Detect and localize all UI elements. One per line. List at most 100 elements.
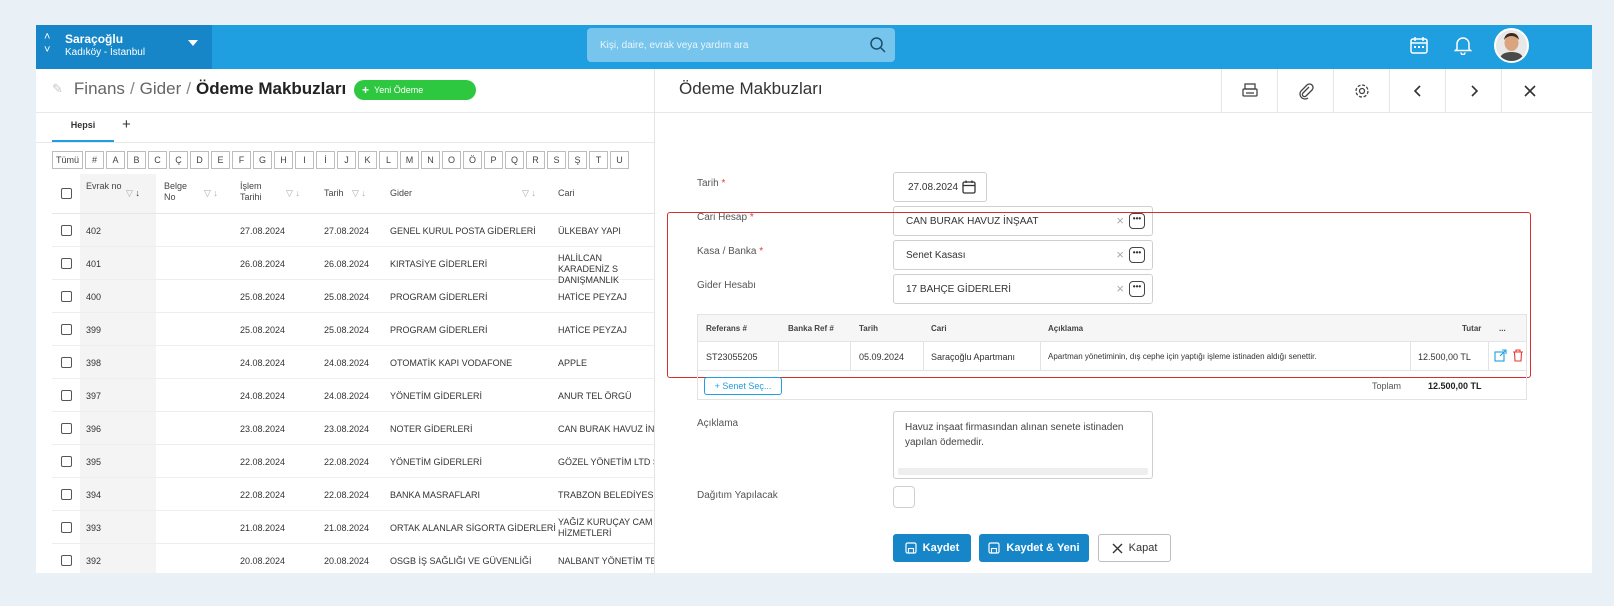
resize-handle[interactable] — [898, 468, 1148, 475]
table-row[interactable]: 398 24.08.2024 24.08.2024 OTOMATİK KAPI VOD… — [52, 346, 654, 379]
calendar-icon[interactable] — [961, 179, 977, 195]
kasa-field[interactable]: Senet Kasası × ••• — [893, 240, 1153, 270]
letter-filter-item[interactable]: H — [274, 151, 294, 169]
description-textarea[interactable]: Havuz inşaat firmasından alınan senete i… — [893, 411, 1153, 479]
row-checkbox[interactable] — [61, 324, 72, 335]
col-cari[interactable]: Cari — [558, 188, 575, 199]
next-button[interactable] — [1445, 69, 1501, 112]
letter-filter-item[interactable]: I — [295, 151, 315, 169]
filter-icon[interactable]: ▽ ↓ — [126, 188, 140, 199]
search-input[interactable] — [587, 28, 857, 62]
letter-filter-item[interactable]: P — [484, 151, 504, 169]
letter-filter-item[interactable]: G — [253, 151, 273, 169]
row-checkbox[interactable] — [61, 291, 72, 302]
letter-filter-item[interactable]: D — [190, 151, 210, 169]
table-row[interactable]: 401 26.08.2024 26.08.2024 KIRTASİYE GİDERLE… — [52, 247, 654, 285]
letter-filter-item[interactable]: İ — [316, 151, 336, 169]
row-checkbox[interactable] — [61, 258, 72, 269]
select-senet-button[interactable]: + Senet Seç... — [704, 377, 782, 395]
attach-button[interactable] — [1277, 69, 1333, 112]
calendar-icon[interactable] — [1409, 35, 1429, 55]
row-checkbox[interactable] — [61, 456, 72, 467]
letter-filter-item[interactable]: L — [379, 151, 399, 169]
close-button[interactable]: Kapat — [1098, 534, 1171, 562]
filter-icon[interactable]: ▽ ↓ — [286, 188, 300, 199]
table-row[interactable]: 396 23.08.2024 23.08.2024 NOTER GİDERLERİ CA… — [52, 412, 660, 445]
table-row[interactable]: 392 20.08.2024 20.08.2024 OSGB İŞ SAĞLIĞI V… — [52, 544, 657, 573]
table-row[interactable]: 402 27.08.2024 27.08.2024 GENEL KURUL POSTA… — [52, 214, 654, 247]
tab-all[interactable]: Hepsi — [52, 120, 114, 142]
distribution-checkbox[interactable] — [893, 486, 915, 508]
table-row[interactable]: 400 25.08.2024 25.08.2024 PROGRAM GİDERLERİ… — [52, 280, 654, 313]
letter-filter-item[interactable]: U — [610, 151, 630, 169]
col-tarih[interactable]: Tarih — [324, 188, 344, 199]
filter-icon[interactable]: ▽ ↓ — [352, 188, 366, 199]
row-checkbox[interactable] — [61, 390, 72, 401]
letter-filter-item[interactable]: O — [442, 151, 462, 169]
close-panel-button[interactable] — [1501, 69, 1557, 112]
letter-filter-item[interactable]: J — [337, 151, 357, 169]
filter-icon[interactable]: ▽ ↓ — [522, 188, 536, 199]
search-icon[interactable] — [869, 36, 887, 54]
letter-filter-item[interactable]: K — [358, 151, 378, 169]
table-row[interactable]: 397 24.08.2024 24.08.2024 YÖNETİM GİDERLERİ… — [52, 379, 654, 412]
letter-filter-item[interactable]: Ç — [169, 151, 189, 169]
cell-evrak: 400 — [86, 292, 102, 302]
kasa-value: Senet Kasası — [906, 250, 966, 261]
letter-filter-item[interactable]: Q — [505, 151, 525, 169]
row-checkbox[interactable] — [61, 357, 72, 368]
clear-icon[interactable]: × — [1116, 247, 1124, 262]
settings-button[interactable] — [1333, 69, 1389, 112]
letter-filter-item[interactable]: A — [106, 151, 126, 169]
clear-icon[interactable]: × — [1116, 281, 1124, 296]
breadcrumb-finans[interactable]: Finans — [74, 79, 125, 99]
col-belge[interactable]: Belge No — [164, 181, 198, 203]
print-button[interactable] — [1221, 69, 1277, 112]
save-new-button[interactable]: Kaydet & Yeni — [979, 534, 1089, 562]
letter-filter-item[interactable]: S — [547, 151, 567, 169]
row-checkbox[interactable] — [61, 489, 72, 500]
save-button[interactable]: Kaydet — [893, 534, 971, 562]
table-row[interactable]: 399 25.08.2024 25.08.2024 PROGRAM GİDERLERİ… — [52, 313, 654, 346]
avatar[interactable] — [1494, 28, 1529, 63]
more-icon[interactable]: ••• — [1129, 247, 1145, 263]
table-row[interactable]: 393 21.08.2024 21.08.2024 ORTAK ALANLAR SİG… — [52, 511, 654, 544]
letter-filter-item[interactable]: N — [421, 151, 441, 169]
org-selector[interactable]: ˄ ˅ Saraçoğlu Kadıköy - İstanbul — [36, 25, 212, 69]
date-field[interactable]: 27.08.2024 — [893, 172, 987, 202]
cell-tarih: 22.08.2024 — [324, 490, 370, 500]
breadcrumb-gider[interactable]: Gider — [140, 79, 182, 99]
filter-icon[interactable]: ▽ ↓ — [204, 188, 218, 199]
gider-field[interactable]: 17 BAHÇE GİDERLERİ × ••• — [893, 274, 1153, 304]
letter-filter-item[interactable]: T — [589, 151, 609, 169]
letter-filter-item[interactable]: Ş — [568, 151, 588, 169]
table-row[interactable]: 394 22.08.2024 22.08.2024 BANKA MASRAFLARI T… — [52, 478, 656, 511]
letter-filter-item[interactable]: Ö — [463, 151, 483, 169]
select-all-checkbox[interactable] — [61, 188, 72, 199]
letter-filter-item[interactable]: F — [232, 151, 252, 169]
col-gider[interactable]: Gider — [390, 188, 412, 199]
label-tarih: Tarih * — [697, 178, 725, 189]
letter-filter-item[interactable]: B — [127, 151, 147, 169]
letter-filter-item[interactable]: C — [148, 151, 168, 169]
row-checkbox[interactable] — [61, 225, 72, 236]
external-link-icon[interactable] — [1494, 349, 1507, 362]
add-tab-button[interactable]: + — [122, 116, 131, 133]
more-icon[interactable]: ••• — [1129, 281, 1145, 297]
col-evrak[interactable]: Evrak no — [86, 181, 122, 192]
row-checkbox[interactable] — [61, 555, 72, 566]
row-checkbox[interactable] — [61, 522, 72, 533]
letter-filter-item[interactable]: R — [526, 151, 546, 169]
letter-filter-item[interactable]: E — [211, 151, 231, 169]
previous-button[interactable] — [1389, 69, 1445, 112]
bell-icon[interactable] — [1453, 35, 1473, 55]
table-row[interactable]: 395 22.08.2024 22.08.2024 YÖNETİM GİDERLERİ… — [52, 445, 659, 478]
trash-icon[interactable] — [1512, 349, 1524, 362]
letter-filter-item[interactable]: # — [85, 151, 105, 169]
letter-filter-all[interactable]: Tümü — [52, 151, 84, 169]
pin-icon[interactable]: ✎ — [52, 81, 63, 97]
row-checkbox[interactable] — [61, 423, 72, 434]
new-payment-button[interactable]: + Yeni Ödeme — [354, 80, 476, 100]
letter-filter-item[interactable]: M — [400, 151, 420, 169]
col-islem[interactable]: İşlem Tarihi — [240, 181, 280, 203]
